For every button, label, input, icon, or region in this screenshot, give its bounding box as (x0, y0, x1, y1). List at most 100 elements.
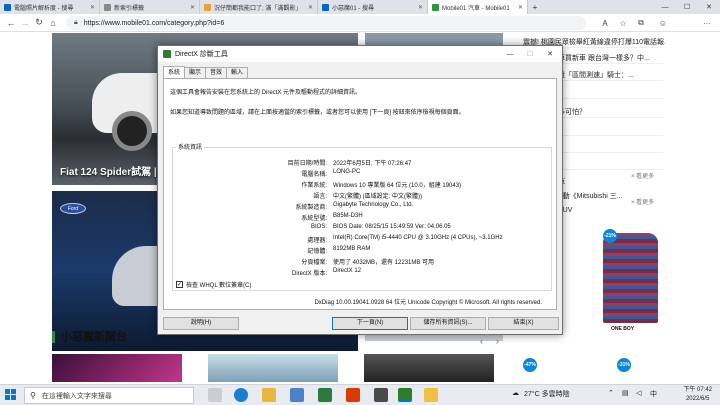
minimize-icon[interactable]: — (500, 47, 520, 61)
maximize-icon[interactable]: ☐ (676, 0, 698, 14)
forward-icon[interactable]: → (18, 16, 32, 30)
taskbar: ⚲ 在這裡輸入文字來搜尋 ☁ 27°C 多雲時陰 ⌃ ▤ ◁ 中 下午 07:4… (0, 384, 720, 405)
news-thumb[interactable] (208, 354, 338, 382)
info-row: 記憶體: 8192MB RAM (173, 246, 553, 255)
url-text: https://www.mobile01.com/category.php?id… (83, 19, 225, 27)
home-icon[interactable]: ⌂ (46, 16, 60, 30)
back-icon[interactable]: ← (4, 16, 18, 30)
volume-icon[interactable]: ◁ (636, 389, 641, 397)
weather-text[interactable]: 27°C 多雲時陰 (524, 389, 570, 399)
info-row: BIOS: BIOS Date: 08/25/15 15:49:59 Ver: 0… (173, 224, 553, 233)
dialog-tabs: 系統 顯示 音效 輸入 (163, 66, 249, 78)
tab-display[interactable]: 顯示 (184, 67, 207, 78)
news-thumb[interactable] (52, 354, 182, 382)
dialog-title: DirectX 診斷工具 (175, 51, 228, 58)
left-margin (0, 33, 52, 382)
whql-checkbox-row[interactable]: ✓ 檢查 WHQL 數位簽章(C) (176, 280, 251, 289)
tray-chevron-icon[interactable]: ⌃ (608, 389, 614, 397)
directx-icon (163, 50, 171, 58)
more-icon[interactable]: ··· (700, 16, 714, 30)
network-icon[interactable]: ▤ (622, 389, 629, 397)
info-value: DirectX 12 (333, 268, 362, 274)
close-icon[interactable]: ✕ (414, 4, 423, 11)
see-more-link[interactable]: × 看更多 (631, 171, 654, 180)
pager-prev-icon[interactable]: ‹ (480, 336, 483, 346)
search-icon: ⚲ (30, 391, 36, 400)
info-key: 系統型號: (301, 216, 327, 222)
section-title: 小惡魔新聞台 (52, 331, 127, 343)
info-row: 系統型號: B85M-D3H (173, 213, 553, 222)
windows-start-icon[interactable] (5, 389, 17, 401)
see-more-link[interactable]: × 看更多 (631, 197, 654, 206)
collections-icon[interactable]: ⧉ (634, 16, 648, 30)
refresh-icon[interactable]: ↻ (32, 16, 46, 30)
weather-icon[interactable]: ☁ (512, 389, 519, 397)
browser-tab[interactable]: 新索引標籤 ✕ (100, 0, 200, 14)
info-key: 記憶體: (307, 249, 327, 255)
help-button[interactable]: 說明(H) (163, 317, 239, 330)
next-page-button[interactable]: 下一頁(N) (332, 317, 408, 330)
lock-icon: 🔒︎ (74, 19, 78, 26)
read-aloud-icon[interactable]: A (598, 16, 612, 30)
info-key: 目前日期/時間: (287, 161, 327, 167)
site-icon (204, 3, 211, 11)
directx-dialog: DirectX 診斷工具 — ☐ ✕ 系統 顯示 音效 輸入 這個工具會報告安裝… (157, 45, 563, 335)
task-view-icon[interactable] (208, 388, 222, 402)
tab-input[interactable]: 輸入 (226, 67, 249, 78)
edge-icon[interactable] (234, 388, 248, 402)
app-icon[interactable] (374, 388, 388, 402)
clock-time: 下午 07:42 (683, 387, 712, 393)
taskbar-clock[interactable]: 下午 07:42 2022/6/5 (683, 386, 712, 404)
info-row: 作業系統: Windows 10 專業版 64 位元 (10.0，組建 19043… (173, 180, 553, 189)
tab-system[interactable]: 系統 (163, 66, 186, 78)
close-icon[interactable]: ✕ (540, 47, 560, 61)
sale-badge: -47% (523, 358, 537, 372)
tab-sound[interactable]: 音效 (205, 67, 228, 78)
ime-icon[interactable]: 中 (650, 389, 657, 399)
directx-taskbar-icon[interactable] (398, 388, 412, 402)
browser-tab-active[interactable]: Mobile01 汽車 - Mobile01 ✕ (428, 0, 528, 14)
minimize-icon[interactable]: — (654, 0, 676, 14)
copyright-text: DxDiag 10.00.19041.0928 64 位元 Unicode Co… (314, 300, 542, 306)
new-tab-button[interactable]: + (528, 0, 542, 14)
news-thumb[interactable] (364, 354, 494, 382)
close-icon[interactable]: ✕ (514, 4, 523, 11)
office-icon[interactable] (346, 388, 360, 402)
info-row: 系統製造商: Gigabyte Technology Co., Ltd. (173, 202, 553, 211)
info-row: 電腦名稱: LONG-PC (173, 169, 553, 178)
close-icon[interactable]: ✕ (698, 0, 720, 14)
mobile01-icon (432, 3, 439, 11)
file-explorer-icon[interactable] (262, 388, 276, 402)
close-icon[interactable]: ✕ (86, 4, 95, 11)
info-key: BIOS: (310, 224, 327, 230)
sale-badge: -31% (617, 358, 631, 372)
close-icon[interactable]: ✕ (304, 4, 313, 11)
info-value: 2022年6月5日, 下午 07:26:47 (333, 161, 412, 167)
pager-next-icon[interactable]: › (496, 336, 499, 346)
profile-icon[interactable]: ☺ (656, 16, 670, 30)
save-all-info-button[interactable]: 儲存所有資訊(S)... (410, 317, 486, 330)
taskbar-search-input[interactable]: ⚲ 在這裡輸入文字來搜尋 (24, 387, 194, 404)
shirt-image (603, 233, 658, 323)
exit-button[interactable]: 結束(X) (488, 317, 559, 330)
url-input[interactable]: 🔒︎ https://www.mobile01.com/category.php… (66, 16, 586, 30)
app-icon[interactable] (318, 388, 332, 402)
system-panel: 這個工具會報告安裝在您系統上的 DirectX 元件及驅動程式的詳細資訊。 如果… (163, 78, 557, 310)
browser-tab[interactable]: 小惡魔01 - 搜尋 ✕ (318, 0, 428, 14)
search-placeholder: 在這裡輸入文字來搜尋 (41, 392, 112, 400)
hero-title: Fiat 124 Spider試駕 | (60, 167, 157, 178)
folder-icon[interactable] (424, 388, 438, 402)
browser-tab-label: 況仔簡都我能口了; 滿「滿觀影」 (214, 5, 302, 12)
search-icon (322, 3, 329, 11)
info-value: 使用了 4032MB，還有 12231MB 可用 (333, 260, 435, 266)
info-value: Gigabyte Technology Co., Ltd. (333, 202, 414, 208)
info-row: DirectX 版本: DirectX 12 (173, 268, 553, 277)
whql-checkbox[interactable]: ✓ (176, 281, 183, 288)
close-icon[interactable]: ✕ (186, 4, 195, 11)
favorites-icon[interactable]: ☆ (616, 16, 630, 30)
browser-tab[interactable]: 電腦照片解析度 - 搜尋 ✕ (0, 0, 100, 14)
info-row: 處理器: Intel(R) Core(TM) i5-4440 CPU @ 3.10… (173, 235, 553, 244)
browser-tab[interactable]: 況仔簡都我能口了; 滿「滿觀影」 ✕ (200, 0, 318, 14)
store-icon[interactable] (290, 388, 304, 402)
browser-tab-label: 新索引標籤 (114, 5, 145, 12)
